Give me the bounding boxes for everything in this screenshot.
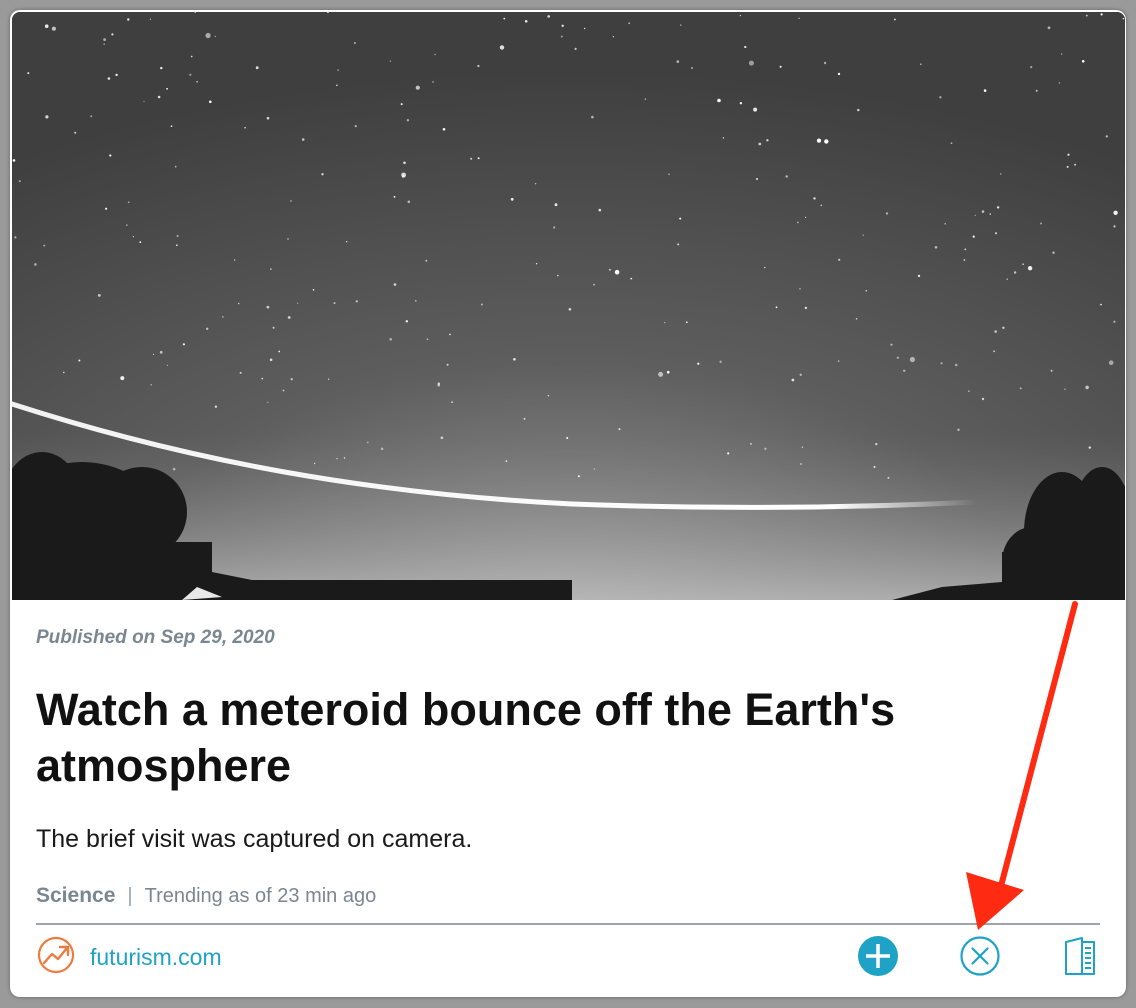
trending-timestamp: Trending as of 23 min ago [144, 884, 377, 907]
close-circle-icon [959, 935, 1001, 982]
article-subtitle: The brief visit was captured on camera. [36, 825, 473, 853]
dismiss-button[interactable] [958, 935, 1002, 982]
reader-view-icon [1060, 934, 1100, 983]
category-label[interactable]: Science [36, 884, 115, 908]
source-link[interactable]: futurism.com [90, 944, 222, 971]
plus-circle-icon [857, 935, 899, 982]
trending-up-icon [36, 935, 76, 980]
published-date: Published on Sep 29, 2020 [36, 627, 275, 648]
divider [36, 923, 1100, 925]
tagline-separator: | [127, 884, 133, 907]
source-row: futurism.com [36, 936, 222, 978]
article-card[interactable]: Published on Sep 29, 2020 Watch a metero… [10, 10, 1126, 997]
hero-image[interactable] [12, 12, 1125, 600]
article-title[interactable]: Watch a meteroid bounce off the Earth's … [36, 682, 996, 794]
night-sky-meteor-photo [12, 12, 1125, 600]
add-button[interactable] [856, 935, 900, 982]
article-tagline: Science | Trending as of 23 min ago [36, 884, 376, 908]
reader-view-button[interactable] [1058, 936, 1102, 980]
